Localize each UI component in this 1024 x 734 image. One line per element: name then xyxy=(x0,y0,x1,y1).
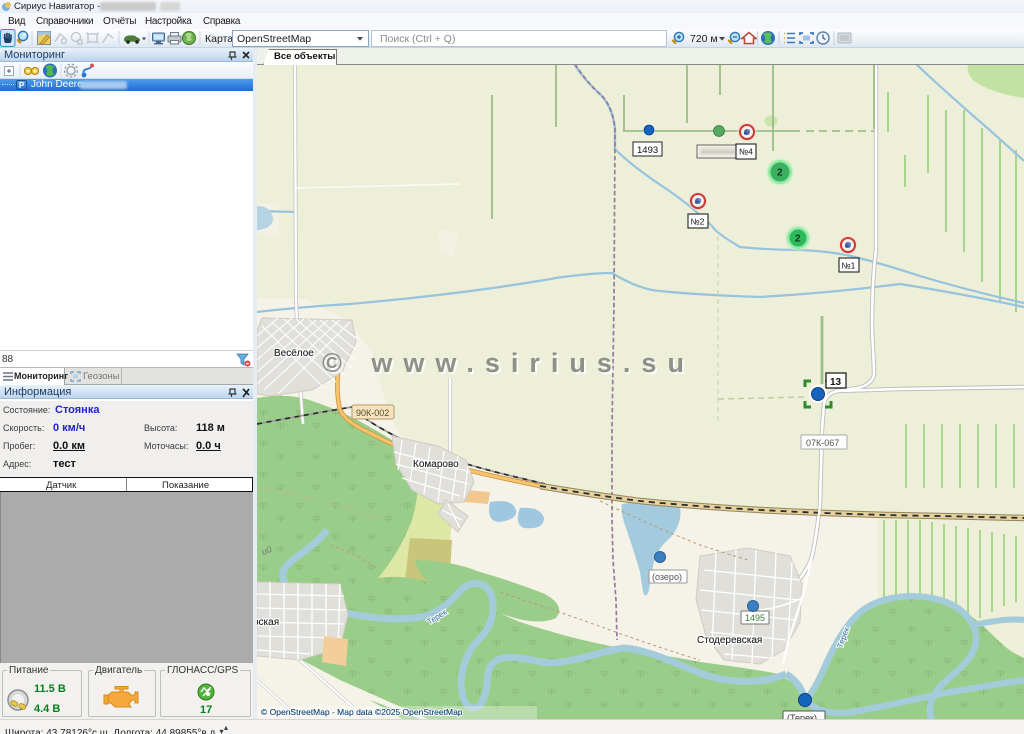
svg-text:Комарово: Комарово xyxy=(413,459,459,470)
svg-text:2: 2 xyxy=(795,234,801,245)
svg-text:© www.sirius.su: © www.sirius.su xyxy=(322,348,695,378)
svg-text:720 м: 720 м xyxy=(690,33,718,45)
svg-text:© OpenStreetMap - Map data ©20: © OpenStreetMap - Map data ©2025 OpenStr… xyxy=(261,707,463,717)
svg-text:Поиск (Ctrl + Q): Поиск (Ctrl + Q) xyxy=(380,33,455,45)
svg-text:рская: рская xyxy=(257,617,279,628)
svg-text:2: 2 xyxy=(777,168,783,179)
svg-text:№1: №1 xyxy=(842,261,856,271)
svg-text:07К-067: 07К-067 xyxy=(806,438,839,448)
svg-text:13: 13 xyxy=(830,377,842,388)
svg-text:OpenStreetMap: OpenStreetMap xyxy=(237,33,311,45)
svg-text:Весёлое: Весёлое xyxy=(274,348,314,359)
svg-text:1493: 1493 xyxy=(637,145,658,156)
svg-text:90К-002: 90К-002 xyxy=(356,408,389,418)
svg-text:Карта:: Карта: xyxy=(205,33,236,45)
svg-text:№4: №4 xyxy=(739,147,753,157)
svg-text:№2: №2 xyxy=(691,217,705,227)
svg-text:Стодеревская: Стодеревская xyxy=(697,635,762,646)
svg-text:(озеро): (озеро) xyxy=(652,572,682,582)
svg-text:1495: 1495 xyxy=(745,613,765,623)
